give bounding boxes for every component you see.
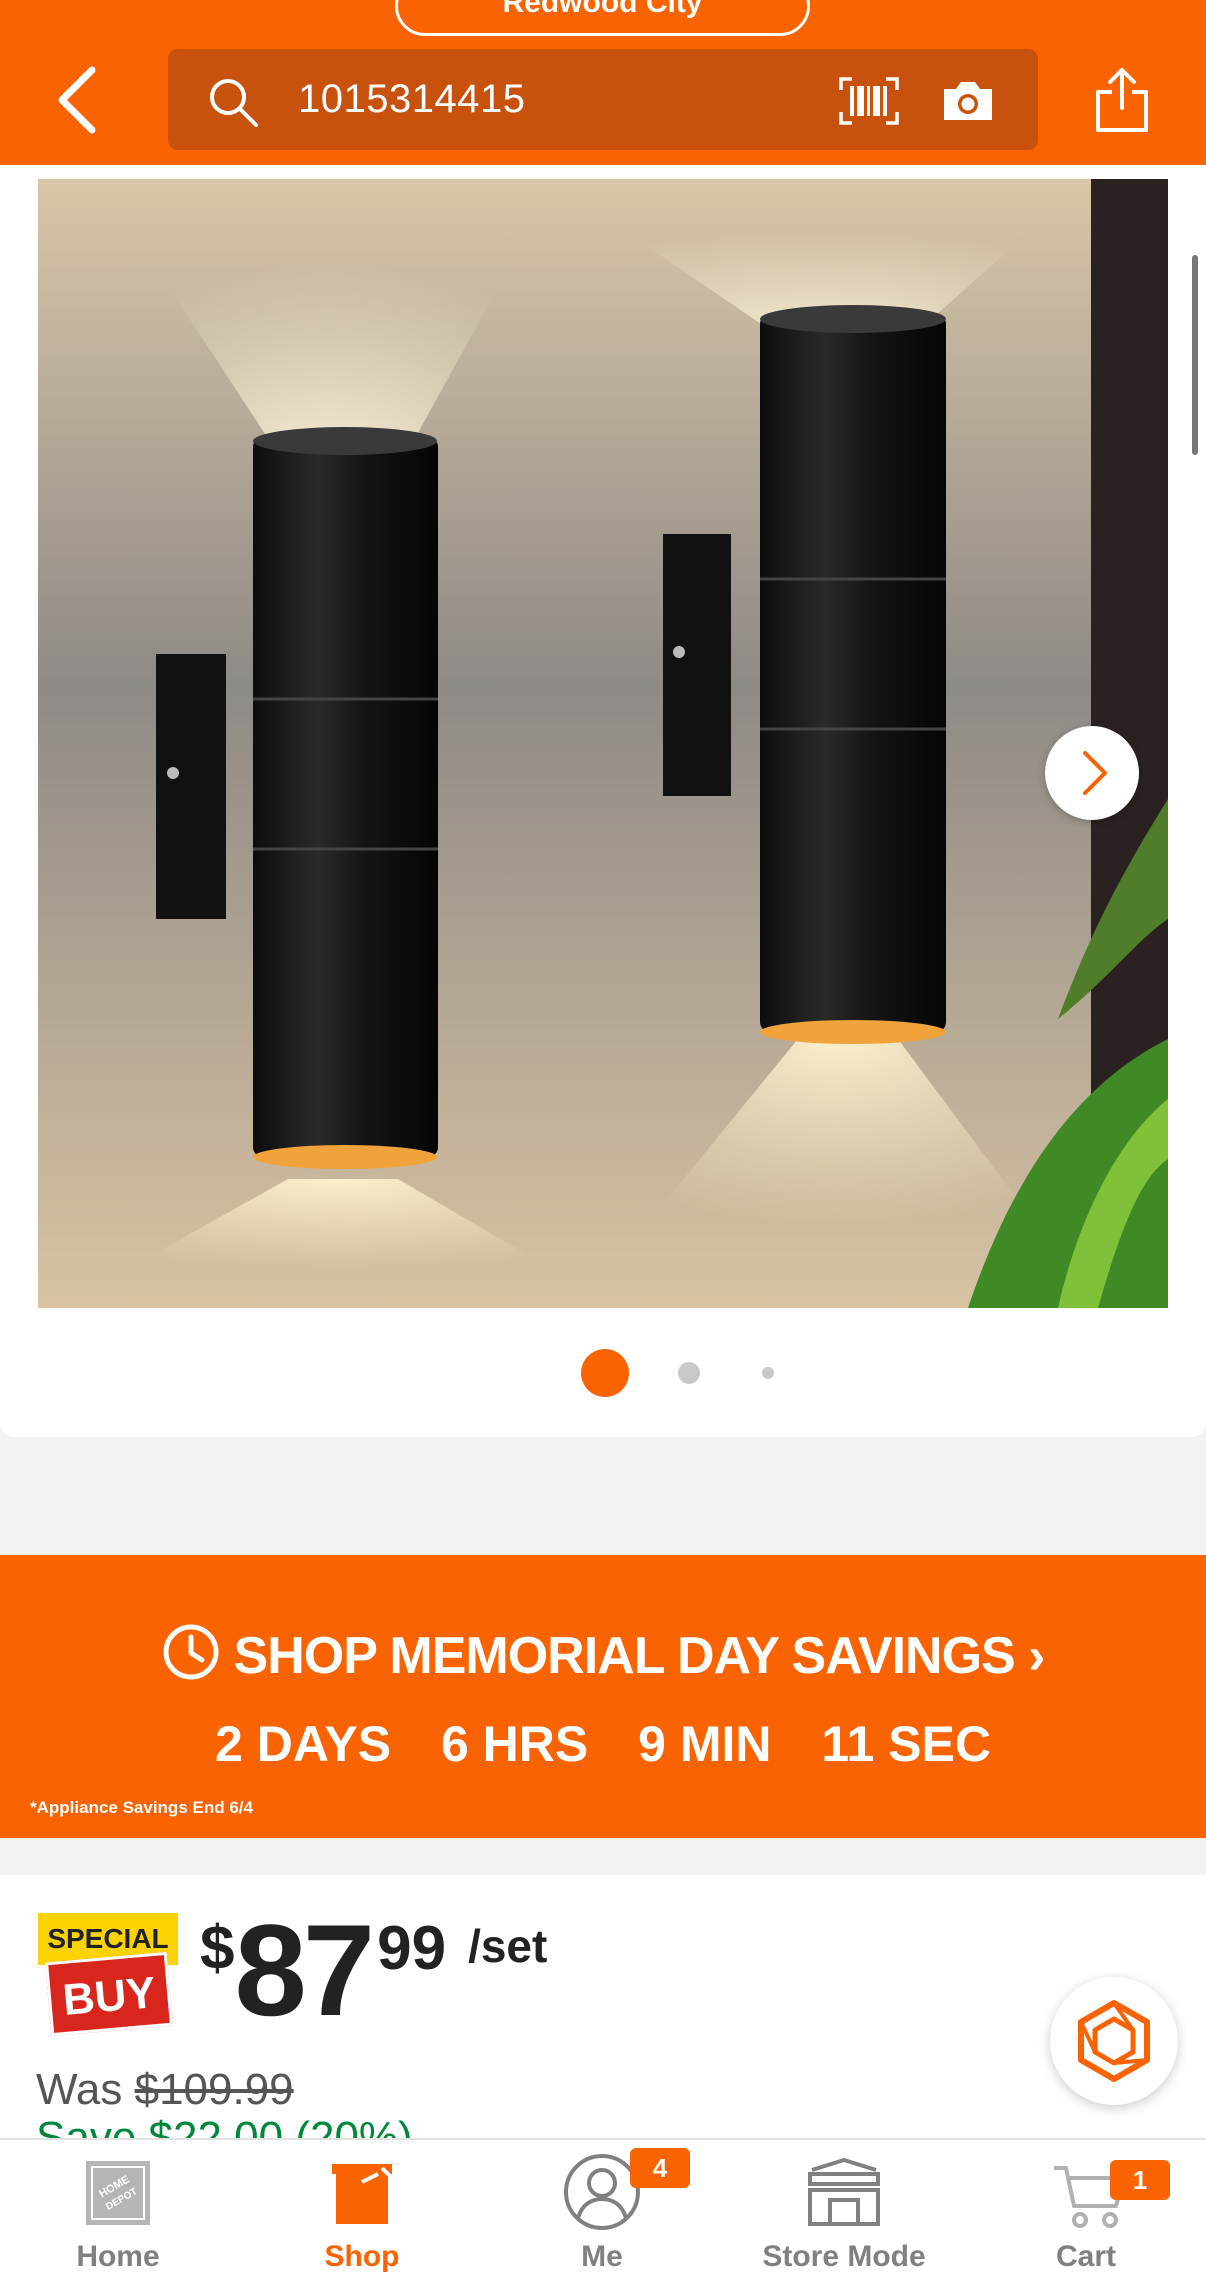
countdown-seconds: 11 SEC <box>821 1716 991 1772</box>
promo-banner[interactable]: SHOP MEMORIAL DAY SAVINGS › 2 DAYS 6 HRS… <box>0 1555 1206 1838</box>
camera-icon[interactable] <box>940 79 996 123</box>
price-section: SPECIAL BUY $8799/set Was $109.99 Save $… <box>0 1875 1206 2162</box>
chat-assistant-button[interactable] <box>1050 1977 1178 2105</box>
special-buy-badge-bottom: BUY <box>45 1951 173 2037</box>
tab-store-mode-label: Store Mode <box>762 2240 926 2273</box>
paint-bucket-icon <box>332 2164 394 2224</box>
next-image-button[interactable] <box>1045 726 1139 820</box>
bottom-tab-bar: HOME DEPOT Home Shop 4 Me Store Mode 1 C… <box>0 2138 1206 2283</box>
clock-icon <box>163 1624 219 1680</box>
carousel-dot[interactable] <box>762 1367 774 1379</box>
store-icon <box>808 2158 880 2226</box>
product-gallery[interactable] <box>0 165 1206 1437</box>
price-currency: $ <box>200 1914 235 1983</box>
price-dollars: 87 <box>234 1897 375 2043</box>
countdown-timer: 2 DAYS 6 HRS 9 MIN 11 SEC <box>0 1715 1206 1773</box>
tab-shop-label: Shop <box>324 2240 400 2273</box>
scrollbar[interactable] <box>1192 255 1198 455</box>
price-cents: 99 <box>377 1914 447 1983</box>
was-label: Was <box>36 2065 135 2114</box>
countdown-minutes: 9 MIN <box>638 1716 772 1772</box>
store-selector-label: Redwood City <box>502 0 703 19</box>
home-depot-logo-icon: HOME DEPOT <box>86 2161 150 2225</box>
price: $8799/set <box>200 1905 547 2035</box>
product-image[interactable] <box>38 179 1168 1308</box>
barcode-scan-icon[interactable] <box>838 76 900 126</box>
was-price: Was $109.99 <box>36 2065 294 2115</box>
carousel-pagination <box>0 1348 1206 1398</box>
chevron-right-icon <box>1083 751 1107 795</box>
search-bar[interactable]: 1015314415 <box>168 49 1038 150</box>
product-photo <box>38 179 1168 1308</box>
carousel-dot-active[interactable] <box>581 1349 629 1397</box>
chevron-left-icon <box>58 66 96 134</box>
price-unit: /set <box>468 1920 548 1972</box>
tab-cart[interactable]: 1 Cart <box>966 2140 1206 2283</box>
countdown-hours: 6 HRS <box>440 1716 589 1772</box>
tab-home-label: Home <box>76 2240 160 2273</box>
promo-title-text: SHOP MEMORIAL DAY SAVINGS › <box>233 1627 1046 1685</box>
carousel-dot[interactable] <box>678 1362 700 1384</box>
special-buy-badge: SPECIAL BUY <box>38 1913 178 2043</box>
promo-title[interactable]: SHOP MEMORIAL DAY SAVINGS › <box>0 1623 1206 1686</box>
tab-store-mode[interactable]: Store Mode <box>726 2140 962 2283</box>
tab-me[interactable]: 4 Me <box>484 2140 720 2283</box>
tab-home[interactable]: HOME DEPOT Home <box>0 2140 236 2283</box>
was-price-value: $109.99 <box>134 2065 294 2114</box>
tab-me-label: Me <box>581 2240 623 2273</box>
me-notification-badge: 4 <box>630 2148 690 2188</box>
app-header: Redwood City 1015314415 <box>0 0 1206 165</box>
promo-fineprint: *Appliance Savings End 6/4 <box>30 1798 253 1817</box>
back-button[interactable] <box>52 62 102 138</box>
share-icon <box>1096 68 1148 132</box>
cart-count-badge: 1 <box>1110 2160 1170 2200</box>
store-selector[interactable]: Redwood City <box>395 0 810 36</box>
search-icon <box>210 79 258 127</box>
tab-shop[interactable]: Shop <box>244 2140 480 2283</box>
share-button[interactable] <box>1092 64 1152 136</box>
search-input[interactable]: 1015314415 <box>298 77 525 122</box>
tab-cart-label: Cart <box>1055 2240 1116 2273</box>
countdown-days: 2 DAYS <box>215 1716 392 1772</box>
hexagon-assistant-icon <box>1078 2000 1150 2082</box>
